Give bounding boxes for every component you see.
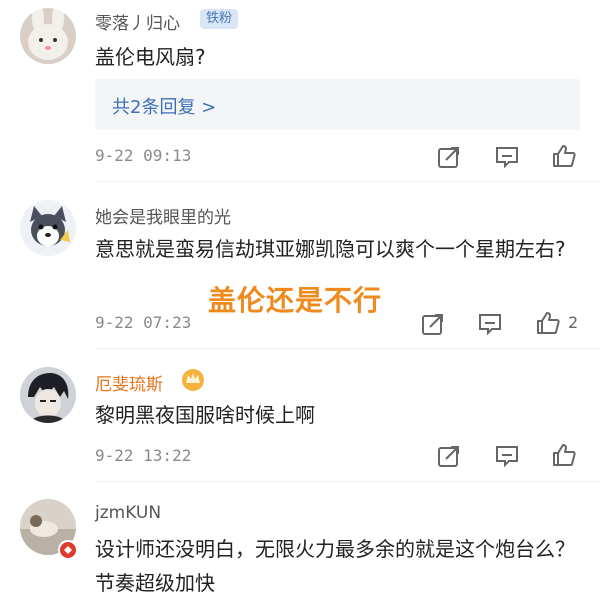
avatar[interactable] — [20, 200, 76, 256]
comment-icon[interactable] — [494, 144, 520, 170]
like-icon[interactable] — [551, 442, 577, 468]
replies-label: 共2条回复 > — [112, 97, 217, 118]
divider — [95, 348, 600, 349]
like-icon[interactable] — [551, 143, 577, 169]
crown-badge-icon — [182, 369, 204, 391]
share-icon[interactable] — [436, 443, 462, 469]
fan-badge: 铁粉 — [200, 9, 239, 29]
anime-boy-avatar-icon — [20, 367, 76, 423]
divider — [95, 481, 600, 482]
like-count: 2 — [568, 313, 579, 332]
overlay-caption: 盖伦还是不行 — [208, 284, 383, 317]
share-icon[interactable] — [420, 311, 446, 337]
timestamp: 9-22 07:23 — [95, 313, 192, 332]
timestamp: 9-22 09:13 — [95, 146, 192, 165]
username[interactable]: 厄斐琉斯 — [95, 370, 163, 395]
rabbit-avatar-icon — [20, 8, 76, 64]
username[interactable]: 她会是我眼里的光 — [95, 203, 231, 228]
avatar[interactable] — [20, 8, 76, 64]
comment-text: 设计师还没明白，无限火力最多余的就是这个炮台么？节奏超级加快 — [95, 537, 575, 595]
timestamp: 9-22 13:22 — [95, 446, 192, 465]
comment-text: 盖伦电风扇? — [95, 45, 206, 69]
replies-button[interactable]: 共2条回复 > — [95, 79, 580, 130]
husky-avatar-icon — [20, 200, 76, 256]
like-icon[interactable] — [535, 310, 561, 336]
comment-icon[interactable] — [494, 443, 520, 469]
comment-text: 意思就是蛮易信劫琪亚娜凯隐可以爽个一个星期左右? — [95, 237, 566, 261]
username[interactable]: jzmKUN — [95, 503, 161, 523]
avatar[interactable] — [20, 367, 76, 423]
comment-icon[interactable] — [477, 311, 503, 337]
comment-text: 黎明黑夜国服啥时候上啊 — [95, 403, 315, 427]
divider — [95, 181, 600, 182]
username[interactable]: 零落丿归心 — [95, 9, 180, 34]
share-icon[interactable] — [436, 144, 462, 170]
verified-badge-icon — [58, 540, 78, 560]
